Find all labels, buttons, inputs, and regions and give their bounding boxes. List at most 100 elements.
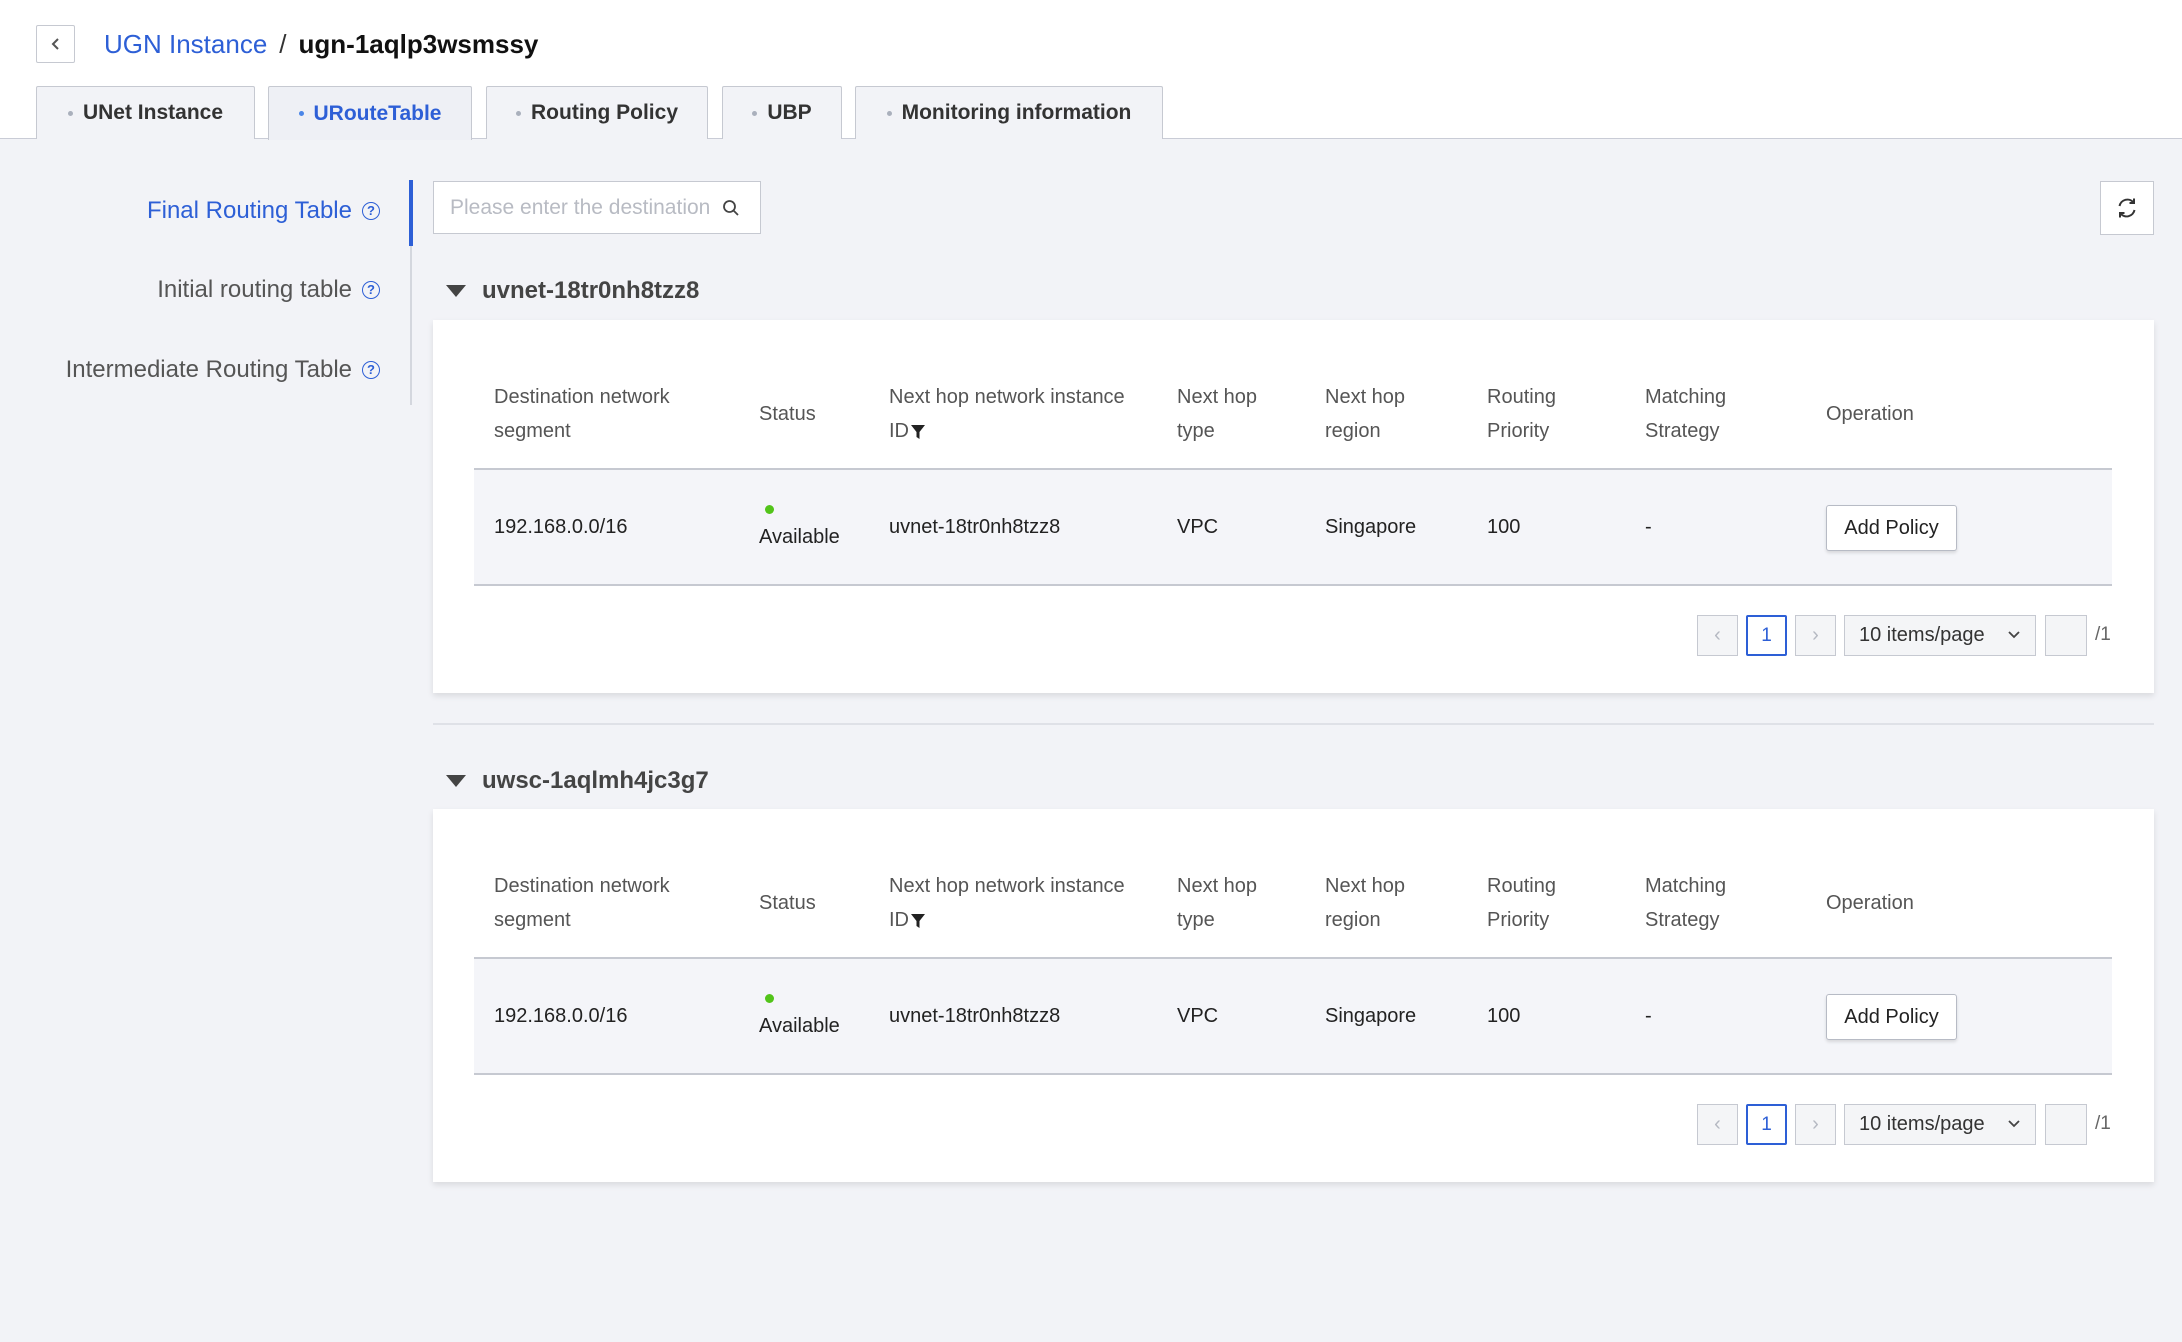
column-header-next-hop-type: Next hop type (1177, 386, 1258, 442)
caret-down-icon (446, 285, 466, 297)
help-icon[interactable]: ? (362, 361, 380, 379)
table-row: 192.168.0.0/16 Available uvnet-18tr0nh8t… (474, 959, 2112, 1075)
tab-dot-icon (67, 110, 73, 116)
caret-down-icon (446, 775, 466, 787)
status-text: Available (759, 526, 840, 548)
tab-label: UBP (767, 101, 812, 124)
filter-icon[interactable] (911, 424, 925, 440)
route-group-name: uwsc-1aqlmh4jc3g7 (482, 767, 709, 794)
page-total: /1 (2095, 1113, 2111, 1134)
tab-label: URouteTable (313, 101, 442, 125)
column-header-next-hop-type: Next hop type (1177, 875, 1258, 931)
cell-status: Available (759, 470, 840, 584)
search-input[interactable] (448, 194, 722, 221)
column-header-status: Status (759, 892, 816, 914)
route-group-name: uvnet-18tr0nh8tzz8 (482, 277, 700, 304)
sidenav-item-label: Final Routing Table (146, 197, 352, 224)
tab-label: Monitoring information (901, 101, 1132, 124)
column-header-matching-strategy: Matching Strategy (1645, 386, 1727, 442)
status-dot-icon (765, 994, 774, 1003)
cell-matching-strategy: - (1645, 515, 1652, 538)
cell-next-hop-type: VPC (1177, 1004, 1219, 1027)
cell-matching-strategy: - (1645, 1004, 1652, 1027)
column-header-routing-priority: Routing Priority (1487, 875, 1556, 931)
sidenav-item-final-routing-table[interactable]: Final Routing Table ? (147, 197, 380, 225)
tab-dot-icon (886, 110, 892, 116)
tab-unet-instance[interactable]: UNet Instance (36, 86, 255, 139)
prev-page-button[interactable]: ‹ (1697, 1104, 1738, 1145)
chevron-down-icon (2008, 1120, 2020, 1128)
column-header-next-hop-region: Next hop region (1325, 875, 1406, 931)
sidenav-active-indicator (409, 180, 413, 246)
table-row: 192.168.0.0/16 Available uvnet-18tr0nh8t… (474, 470, 2112, 586)
cell-next-hop-id: uvnet-18tr0nh8tzz8 (889, 1004, 1061, 1027)
chevron-left-icon (51, 38, 59, 50)
page-jump-input[interactable] (2045, 615, 2087, 656)
cell-next-hop-id: uvnet-18tr0nh8tzz8 (889, 515, 1061, 538)
help-icon[interactable]: ? (362, 202, 380, 220)
page-size-label: 10 items/page (1859, 1113, 1985, 1135)
route-group-header[interactable]: uvnet-18tr0nh8tzz8 (446, 277, 699, 305)
column-header-next-hop-id: Next hop network instance ID (889, 386, 1125, 442)
back-button[interactable] (36, 25, 75, 63)
column-header-destination: Destination network segment (494, 875, 670, 931)
group-divider (433, 723, 2154, 725)
refresh-icon (2118, 198, 2136, 218)
tab-dot-icon (298, 111, 304, 116)
next-page-button[interactable]: › (1795, 615, 1836, 656)
page-number-button[interactable]: 1 (1746, 615, 1787, 656)
cell-routing-priority: 100 (1487, 515, 1521, 538)
breadcrumb-parent-link[interactable]: UGN Instance (104, 28, 267, 60)
page-number-button[interactable]: 1 (1746, 1104, 1787, 1145)
page-jump-input[interactable] (2045, 1104, 2087, 1145)
cell-routing-priority: 100 (1487, 1004, 1521, 1027)
tab-ubp[interactable]: UBP (722, 86, 842, 139)
cell-next-hop-region: Singapore (1325, 1004, 1417, 1027)
tab-dot-icon (752, 110, 758, 116)
column-header-operation: Operation (1826, 403, 1914, 425)
tab-label: UNet Instance (82, 101, 224, 124)
cell-destination: 192.168.0.0/16 (494, 1004, 628, 1027)
cell-next-hop-type: VPC (1177, 515, 1219, 538)
add-policy-button[interactable]: Add Policy (1826, 505, 1957, 551)
route-table-card: Destination network segment Status Next h… (433, 320, 2154, 693)
page-size-select[interactable]: 10 items/page (1844, 1104, 2036, 1145)
column-header-operation: Operation (1826, 892, 1914, 914)
tab-monitoring-information[interactable]: Monitoring information (855, 86, 1163, 139)
column-header-matching-strategy: Matching Strategy (1645, 875, 1727, 931)
table-header: Destination network segment Status Next h… (474, 849, 2112, 959)
page-size-select[interactable]: 10 items/page (1844, 615, 2036, 656)
breadcrumb: UGN Instance / ugn-1aqlp3wsmssy (104, 28, 538, 60)
column-header-next-hop-id: Next hop network instance ID (889, 875, 1125, 931)
status-dot-icon (765, 505, 774, 514)
filter-icon[interactable] (911, 913, 925, 929)
status-text: Available (759, 1015, 840, 1037)
cell-next-hop-region: Singapore (1325, 515, 1417, 538)
tab-uroutetable[interactable]: URouteTable (268, 86, 472, 140)
tab-routing-policy[interactable]: Routing Policy (486, 86, 708, 139)
sidenav-item-label: Initial routing table (157, 276, 352, 303)
top-bar: UGN Instance / ugn-1aqlp3wsmssy UNet Ins… (0, 0, 2182, 140)
cell-status: Available (759, 959, 840, 1073)
sidenav-item-intermediate-routing-table[interactable]: Intermediate Routing Table ? (66, 356, 380, 384)
page-title: ugn-1aqlp3wsmssy (298, 29, 539, 59)
page-total: /1 (2095, 624, 2111, 645)
next-page-button[interactable]: › (1795, 1104, 1836, 1145)
table-header: Destination network segment Status Next h… (474, 360, 2112, 470)
sidenav-item-initial-routing-table[interactable]: Initial routing table ? (157, 276, 380, 304)
refresh-button[interactable] (2100, 181, 2154, 235)
prev-page-button[interactable]: ‹ (1697, 615, 1738, 656)
tab-dot-icon (516, 110, 521, 116)
column-header-next-hop-region: Next hop region (1325, 386, 1406, 442)
chevron-down-icon (2008, 631, 2020, 639)
route-group-header[interactable]: uwsc-1aqlmh4jc3g7 (446, 767, 709, 795)
destination-search-box (433, 181, 761, 234)
add-policy-button[interactable]: Add Policy (1826, 994, 1957, 1040)
column-header-routing-priority: Routing Priority (1487, 386, 1556, 442)
tab-label: Routing Policy (531, 101, 678, 124)
help-icon[interactable]: ? (362, 281, 380, 299)
route-table-card: Destination network segment Status Next h… (433, 809, 2154, 1182)
column-header-status: Status (759, 403, 816, 425)
breadcrumb-separator: / (279, 29, 287, 59)
search-icon[interactable] (722, 199, 740, 217)
